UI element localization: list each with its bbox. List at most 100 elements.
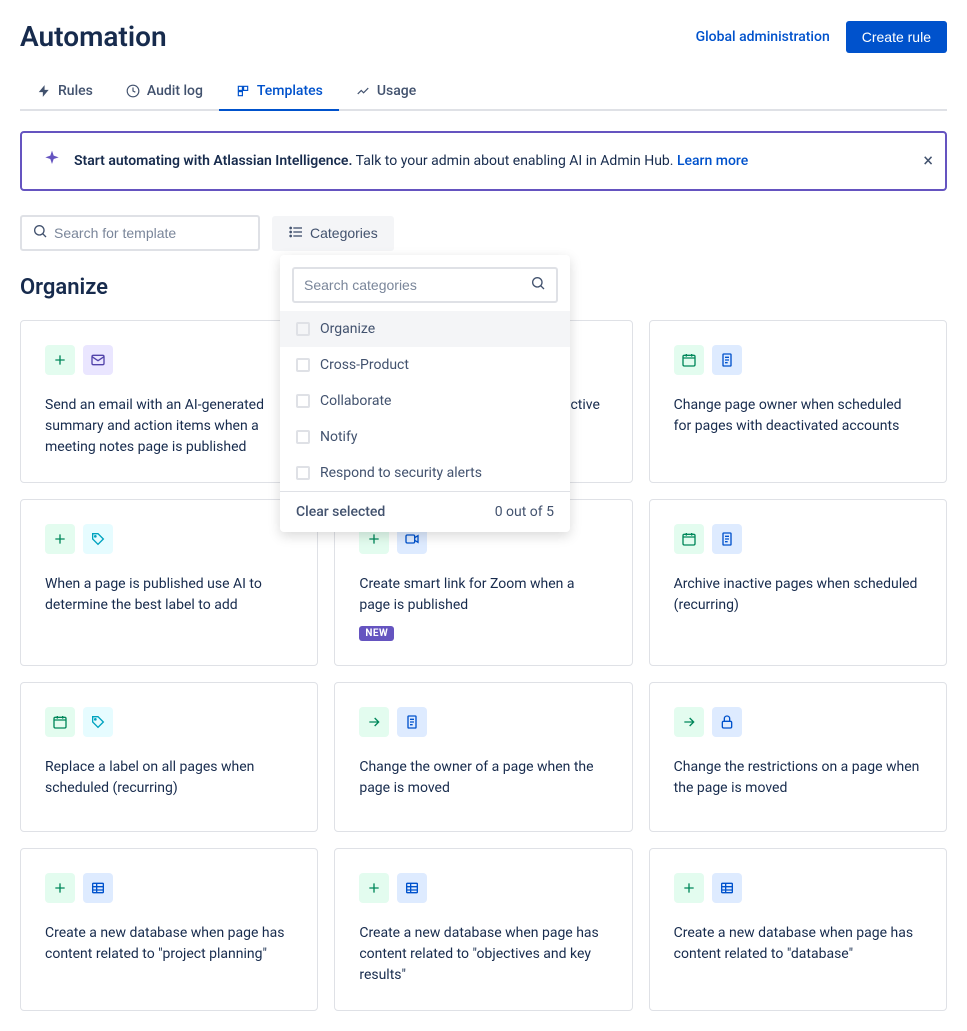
category-option-organize[interactable]: Organize [280,311,570,347]
card-text: Replace a label on all pages when schedu… [45,757,293,799]
search-box[interactable] [20,215,260,251]
learn-more-link[interactable]: Learn more [677,153,748,169]
card-text: Archive inactive pages when scheduled (r… [674,574,922,616]
arrow-icon [674,707,704,737]
option-label: Collaborate [320,393,391,409]
template-card[interactable]: Create a new database when page has cont… [334,848,632,1011]
database-icon [712,873,742,903]
doc-icon [397,707,427,737]
card-icons [674,345,922,375]
search-icon [32,223,48,243]
database-icon [397,873,427,903]
template-card[interactable]: Send an email with an AI-generated summa… [20,320,318,483]
global-admin-link[interactable]: Global administration [696,29,830,45]
clear-selected-button[interactable]: Clear selected [296,504,385,520]
plus-icon [45,524,75,554]
category-option-notify[interactable]: Notify [280,419,570,455]
tag-icon [83,524,113,554]
categories-dropdown: Organize Cross-Product Collaborate Notif… [280,255,570,532]
card-text: Create smart link for Zoom when a page i… [359,574,607,616]
doc-icon [712,524,742,554]
page-title: Automation [20,20,167,53]
card-icons [674,707,922,737]
calendar-icon [45,707,75,737]
option-label: Notify [320,429,357,445]
calendar-icon [674,345,704,375]
bolt-icon [36,83,52,99]
template-card[interactable]: Replace a label on all pages when schedu… [20,682,318,832]
tab-usage[interactable]: Usage [339,73,432,111]
categories-button[interactable]: Categories [272,216,394,251]
banner-msg: Talk to your admin about enabling AI in … [352,153,677,169]
close-icon[interactable]: × [923,151,933,172]
checkbox-icon [296,394,310,408]
dropdown-footer: Clear selected 0 out of 5 [280,491,570,532]
card-icons [674,873,922,903]
option-label: Respond to security alerts [320,465,482,481]
banner-bold: Start automating with Atlassian Intellig… [74,153,352,169]
plus-icon [45,345,75,375]
template-card[interactable]: Create a new database when page has cont… [649,848,947,1011]
new-badge: NEW [359,626,394,641]
template-card[interactable]: Change page owner when scheduled for pag… [649,320,947,483]
category-option-cross-product[interactable]: Cross-Product [280,347,570,383]
header-actions: Global administration Create rule [696,21,947,53]
tab-label: Rules [58,83,93,99]
category-option-security[interactable]: Respond to security alerts [280,455,570,491]
list-icon [288,224,304,243]
card-text: Change the owner of a page when the page… [359,757,607,799]
card-icons [45,873,293,903]
search-icon [530,275,546,295]
tab-rules[interactable]: Rules [20,73,109,111]
categories-search-input[interactable] [304,277,530,293]
ai-banner: Start automating with Atlassian Intellig… [20,131,947,191]
card-icons [45,345,293,375]
card-text: Change the restrictions on a page when t… [674,757,922,799]
doc-icon [712,345,742,375]
audit-icon [125,83,141,99]
template-card[interactable]: Change the restrictions on a page when t… [649,682,947,832]
checkbox-icon [296,466,310,480]
checkbox-icon [296,430,310,444]
tab-label: Audit log [147,83,203,99]
controls-row: Categories Organize Cross-Product Collab… [20,215,947,251]
option-label: Organize [320,321,375,337]
tab-templates[interactable]: Templates [219,73,339,111]
categories-label: Categories [310,225,378,241]
chart-icon [355,83,371,99]
selection-count: 0 out of 5 [495,504,554,520]
card-icons [674,524,922,554]
template-card[interactable]: When a page is published use AI to deter… [20,499,318,666]
card-text: Change page owner when scheduled for pag… [674,395,922,437]
card-text: Send an email with an AI-generated summa… [45,395,293,458]
card-text: When a page is published use AI to deter… [45,574,293,616]
calendar-icon [674,524,704,554]
plus-icon [359,873,389,903]
sparkle-icon [42,149,62,173]
tag-icon [83,707,113,737]
tab-audit-log[interactable]: Audit log [109,73,219,111]
header: Automation Global administration Create … [20,20,947,53]
template-card[interactable]: Create a new database when page has cont… [20,848,318,1011]
plus-icon [674,873,704,903]
create-rule-button[interactable]: Create rule [846,21,947,53]
mail-icon [83,345,113,375]
arrow-icon [359,707,389,737]
card-icons [359,873,607,903]
checkbox-icon [296,358,310,372]
banner-text: Start automating with Atlassian Intellig… [74,153,925,169]
plus-icon [45,873,75,903]
card-icons [45,707,293,737]
card-icons [359,707,607,737]
tabs: Rules Audit log Templates Usage [20,73,947,111]
template-card[interactable]: Archive inactive pages when scheduled (r… [649,499,947,666]
templates-icon [235,83,251,99]
option-label: Cross-Product [320,357,409,373]
category-option-collaborate[interactable]: Collaborate [280,383,570,419]
search-input[interactable] [54,225,248,241]
template-card[interactable]: Change the owner of a page when the page… [334,682,632,832]
dropdown-search[interactable] [292,267,558,303]
card-text: Create a new database when page has cont… [674,923,922,965]
lock-icon [712,707,742,737]
database-icon [83,873,113,903]
